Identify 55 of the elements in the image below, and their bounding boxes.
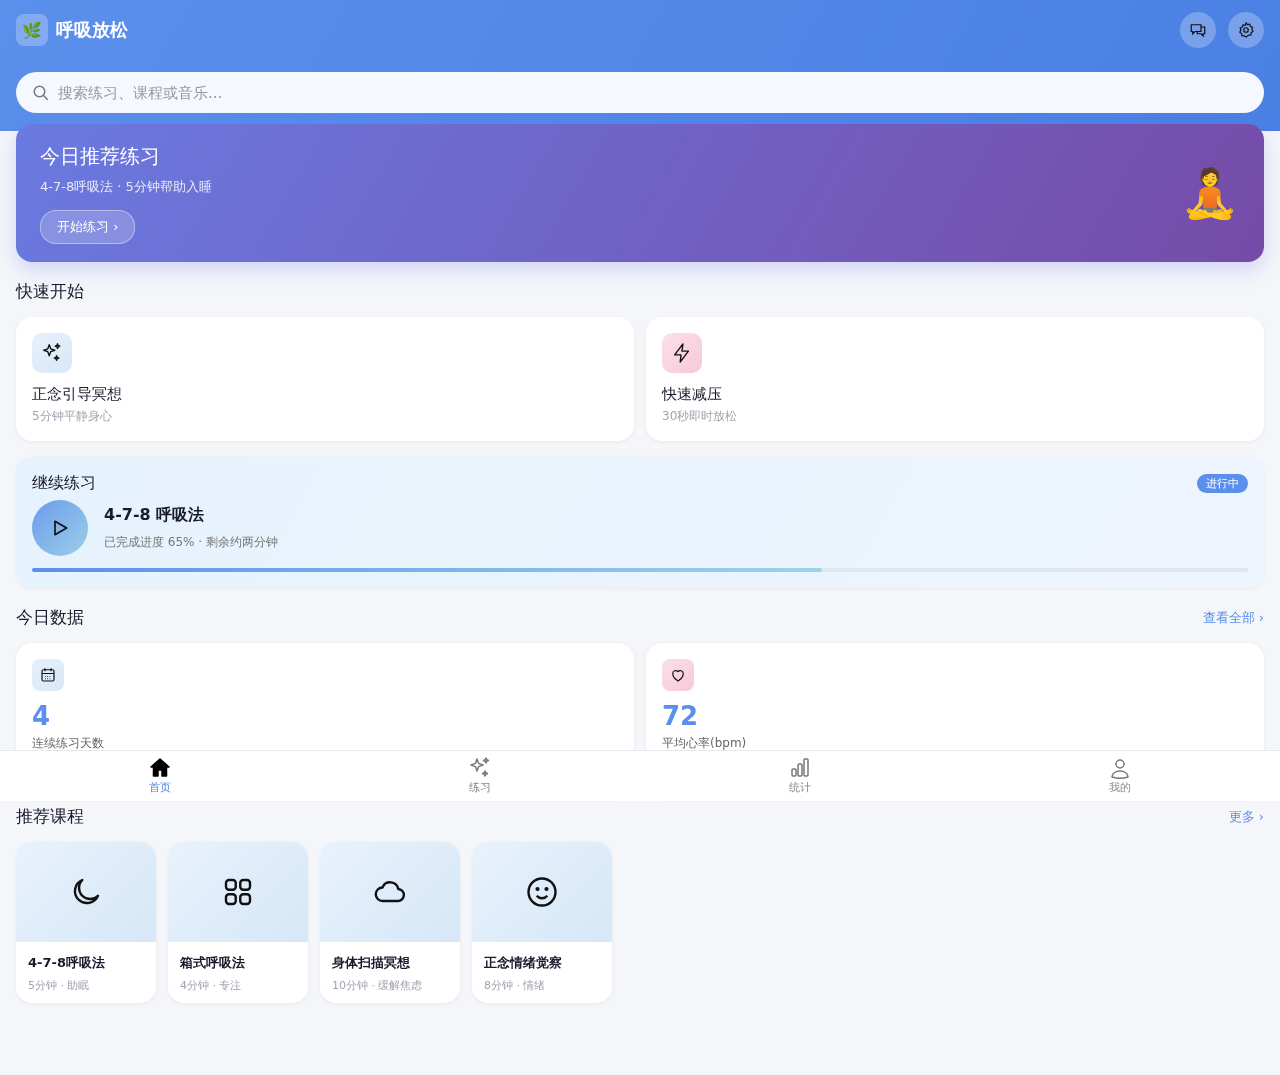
course-card[interactable]: 正念情绪觉察 8分钟 · 情绪 xyxy=(472,842,612,1003)
card-subtitle: 30秒即时放松 xyxy=(662,408,739,425)
stat-label: 平均心率(bpm) xyxy=(662,735,748,752)
course-meta: 4分钟 · 专注 xyxy=(180,978,243,993)
play-button[interactable] xyxy=(32,500,88,556)
sparkles-icon xyxy=(41,342,63,364)
card-subtitle: 5分钟平静身心 xyxy=(32,408,113,425)
start-button[interactable]: 开始练习 › xyxy=(40,209,136,244)
view-all-link[interactable]: 查看全部 › xyxy=(1202,608,1264,627)
section-title: 快速开始 xyxy=(16,280,84,303)
stat-value: 4 xyxy=(32,701,52,731)
course-card[interactable]: 箱式呼吸法 4分钟 · 专注 xyxy=(168,842,308,1003)
nav-tab[interactable]: 首页 xyxy=(0,751,320,801)
meditation-icon: 🧘 xyxy=(1180,164,1240,222)
nav-tab[interactable]: 练习 xyxy=(320,751,640,801)
stat-value: 72 xyxy=(662,701,700,731)
course-meta: 10分钟 · 缓解焦虑 xyxy=(332,978,424,993)
course-title: 箱式呼吸法 xyxy=(180,954,246,972)
status-badge: 进行中 xyxy=(1197,474,1248,493)
course-title: 正念情绪觉察 xyxy=(484,954,563,972)
quick-start-card[interactable]: 快速减压 30秒即时放松 xyxy=(646,317,1264,441)
settings-icon xyxy=(1237,21,1255,39)
settings-button[interactable] xyxy=(1228,12,1264,48)
bar-chart-icon xyxy=(788,756,812,780)
more-link[interactable]: 更多 › xyxy=(1228,807,1264,826)
chat-button[interactable] xyxy=(1180,12,1216,48)
course-card[interactable]: 4-7-8呼吸法 5分钟 · 助眠 xyxy=(16,842,156,1003)
stat-label: 连续练习天数 xyxy=(32,735,105,752)
home-icon xyxy=(148,756,172,780)
person-icon xyxy=(1108,756,1132,780)
quick-start-card[interactable]: 正念引导冥想 5分钟平静身心 xyxy=(16,317,634,441)
hero-title: 今日推荐练习 xyxy=(40,142,161,170)
app-title: 呼吸放松 xyxy=(56,18,128,42)
nav-tab[interactable]: 统计 xyxy=(640,751,960,801)
search-icon xyxy=(32,84,50,102)
course-title: 身体扫描冥想 xyxy=(332,954,411,972)
course-meta: 5分钟 · 助眠 xyxy=(28,978,91,993)
smiley-icon xyxy=(524,874,560,910)
sparkles-icon xyxy=(468,756,492,780)
card-title: 快速减压 xyxy=(662,385,723,404)
search-field[interactable]: 搜索练习、课程或音乐... xyxy=(16,72,1264,113)
exercise-name: 4-7-8 呼吸法 xyxy=(104,505,206,526)
course-card[interactable]: 身体扫描冥想 10分钟 · 缓解焦虑 xyxy=(320,842,460,1003)
nav-tab[interactable]: 我的 xyxy=(960,751,1280,801)
section-title: 推荐课程 xyxy=(16,805,84,828)
course-title: 4-7-8呼吸法 xyxy=(28,954,106,972)
calendar-icon xyxy=(39,666,57,684)
section-title: 今日数据 xyxy=(16,606,84,629)
chat-icon xyxy=(1189,21,1207,39)
card-title: 继续练习 xyxy=(32,473,96,494)
course-meta: 8分钟 · 情绪 xyxy=(484,978,547,993)
logo-icon: 🌿 xyxy=(16,14,48,46)
card-title: 正念引导冥想 xyxy=(32,385,123,404)
exercise-progress-text: 已完成进度 65% · 剩余约两分钟 xyxy=(104,534,278,551)
hero-subtitle: 4-7-8呼吸法 · 5分钟帮助入睡 xyxy=(40,177,213,196)
